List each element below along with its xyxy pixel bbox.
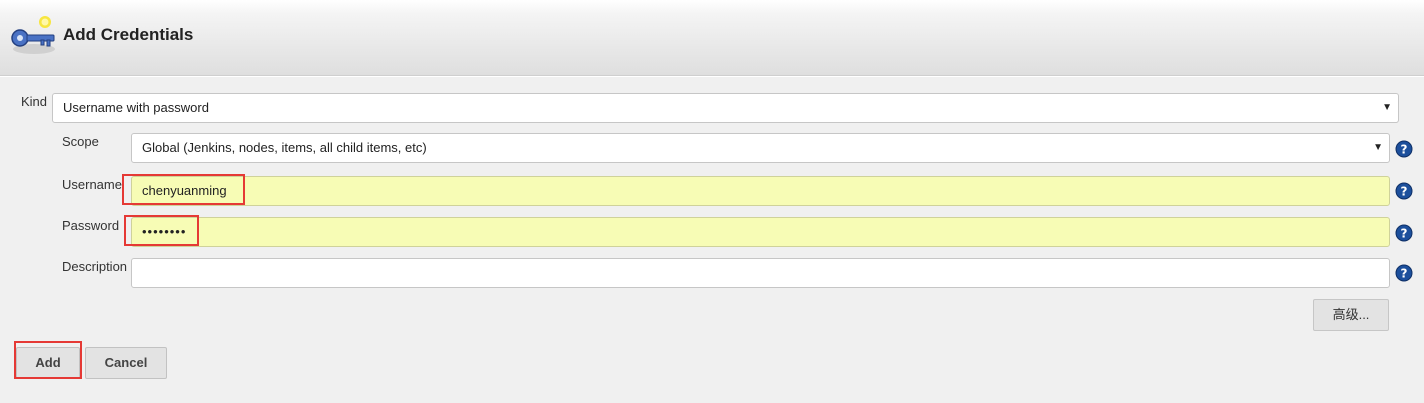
kind-select[interactable]: Username with password ▼ [52, 93, 1399, 123]
advanced-button[interactable]: 高级... [1313, 299, 1389, 331]
help-icon[interactable]: ? [1395, 224, 1413, 242]
password-highlight-box [124, 215, 199, 246]
help-icon[interactable]: ? [1395, 264, 1413, 282]
dialog-title: Add Credentials [63, 25, 194, 44]
help-icon[interactable]: ? [1395, 140, 1413, 158]
password-input[interactable]: •••••••• [131, 217, 1390, 247]
svg-text:?: ? [1401, 185, 1408, 199]
description-input[interactable] [131, 258, 1390, 288]
description-label: Description [62, 259, 128, 274]
cancel-button[interactable]: Cancel [85, 347, 167, 379]
add-highlight-box [14, 341, 82, 379]
svg-text:?: ? [1401, 143, 1408, 157]
scope-label: Scope [62, 134, 99, 149]
kind-label: Kind [21, 94, 48, 109]
kind-value: Username with password [63, 100, 209, 115]
svg-text:?: ? [1401, 267, 1408, 281]
dialog-header: Add Credentials [0, 0, 1424, 76]
username-highlight-box [122, 174, 245, 205]
username-label: Username [62, 177, 122, 192]
scope-value: Global (Jenkins, nodes, items, all child… [142, 140, 427, 155]
dropdown-arrow-icon: ▼ [1382, 102, 1392, 113]
credentials-key-icon [11, 16, 55, 54]
svg-text:?: ? [1401, 227, 1408, 241]
dropdown-arrow-icon: ▼ [1373, 142, 1383, 153]
help-icon[interactable]: ? [1395, 182, 1413, 200]
password-label: Password [62, 218, 120, 233]
scope-select[interactable]: Global (Jenkins, nodes, items, all child… [131, 133, 1390, 163]
username-input[interactable]: chenyuanming [131, 176, 1390, 206]
